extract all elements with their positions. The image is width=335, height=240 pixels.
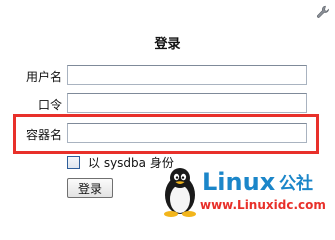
dialog-title: 登录 [154, 37, 181, 52]
sysdba-checkbox[interactable] [67, 155, 80, 169]
container-name-row: 容器名 [0, 123, 335, 145]
login-panel: 登录 用户名 口令 容器名 以 sysdba 身份 登录 Linux 公社 ww… [0, 0, 335, 217]
tux-penguin-icon [164, 168, 196, 217]
sysdba-option: 以 sysdba 身份 [67, 153, 174, 171]
login-button[interactable]: 登录 [67, 178, 113, 198]
container-name-label: 容器名 [25, 128, 62, 142]
password-row: 口令 [0, 93, 335, 115]
watermark: Linux 公社 www.Linuxidc.com [158, 165, 335, 217]
username-row: 用户名 [0, 65, 335, 87]
watermark-brand-cn: 公社 [279, 174, 313, 194]
sysdba-checkbox-label[interactable]: 以 sysdba 身份 [88, 154, 174, 171]
username-label: 用户名 [25, 70, 62, 84]
watermark-brand: Linux [202, 168, 276, 196]
password-label: 口令 [37, 98, 62, 112]
wrench-icon[interactable] [315, 4, 331, 20]
password-input[interactable] [67, 93, 307, 113]
watermark-url: www.Linuxidc.com [200, 198, 326, 212]
container-name-input[interactable] [67, 123, 307, 143]
username-input[interactable] [67, 65, 307, 85]
